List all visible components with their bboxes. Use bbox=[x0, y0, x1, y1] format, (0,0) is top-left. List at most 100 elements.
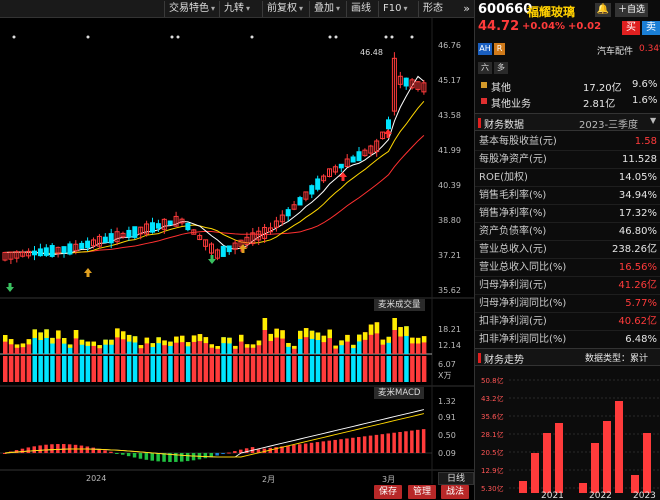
macd-bar bbox=[398, 432, 402, 453]
toolbar-item-4[interactable]: 画线 bbox=[346, 1, 375, 17]
chart-area[interactable]: 交易特色 ▾ 九转 ▾ 前复权 ▾ 叠加 ▾ 画线 F10 ▾ 形态 » 46.76 45.17 43.5… bbox=[0, 0, 474, 500]
candle-body bbox=[155, 223, 161, 229]
toolbar-item-label: 前复权 bbox=[267, 3, 297, 14]
ah-badge[interactable]: AH bbox=[478, 43, 492, 55]
volume-bar-top bbox=[185, 342, 191, 347]
volume-bar-top bbox=[339, 340, 344, 346]
toolbar-item-0[interactable]: 交易特色 ▾ bbox=[164, 1, 219, 17]
tab-duo[interactable]: 多 bbox=[494, 62, 508, 74]
financial-row: 归母净利润(元) 41.26亿 bbox=[475, 277, 660, 295]
volume-bar-top bbox=[162, 340, 167, 346]
toolbar-item-2[interactable]: 前复权 ▾ bbox=[262, 1, 307, 17]
business-value: 17.20亿 bbox=[583, 83, 622, 94]
axis-label: 43.58 bbox=[438, 111, 461, 120]
volume-bar-top bbox=[392, 318, 397, 330]
stock-name: 福耀玻璃 bbox=[527, 5, 576, 19]
macd-bar bbox=[50, 444, 54, 453]
volume-bar-top bbox=[221, 337, 226, 344]
toolbar-item-1[interactable]: 九转 ▾ bbox=[219, 1, 254, 17]
business-row: 其他业务 2.81亿 1.6% bbox=[475, 93, 660, 110]
macd-bar bbox=[91, 447, 95, 453]
financial-period-select[interactable]: 2023-三季度 bbox=[579, 116, 638, 131]
buy-button[interactable]: 买 bbox=[622, 21, 640, 35]
r-badge[interactable]: R bbox=[494, 43, 505, 55]
volume-bar-top bbox=[239, 334, 244, 342]
volume-bar-lower bbox=[209, 356, 214, 382]
volume-bar-top bbox=[197, 334, 203, 342]
toolbar-item-label: 形态 bbox=[423, 3, 443, 14]
macd-bar bbox=[374, 434, 379, 453]
macd-panel-title[interactable]: 麦米MACD bbox=[374, 387, 425, 399]
toolbar-item-label: 交易特色 bbox=[169, 3, 209, 14]
volume-bar-lower bbox=[268, 356, 273, 382]
chevron-down-icon[interactable]: ▼ bbox=[650, 116, 656, 125]
trend-bar bbox=[555, 423, 563, 493]
macd-bar bbox=[404, 431, 408, 453]
save-button[interactable]: 保存 bbox=[374, 485, 403, 499]
financial-value: 14.05% bbox=[618, 172, 657, 183]
date-label-2024: 2024 bbox=[86, 474, 107, 483]
candle-body bbox=[226, 245, 232, 253]
volume-bar-lower bbox=[262, 356, 268, 382]
volume-bar-top bbox=[345, 334, 350, 342]
volume-bar-top bbox=[180, 335, 185, 343]
macd-bar bbox=[215, 453, 219, 456]
volume-bar-lower bbox=[8, 356, 14, 382]
manage-button[interactable]: 管理 bbox=[408, 485, 437, 499]
trend-axis-label: 12.9亿 bbox=[481, 466, 504, 475]
kline-chart[interactable] bbox=[0, 18, 474, 500]
trend-title: 财务走势 bbox=[484, 355, 524, 366]
candle-body bbox=[315, 178, 321, 190]
macd-bar bbox=[138, 453, 143, 459]
volume-bar-lower bbox=[292, 356, 297, 382]
volume-bar-top bbox=[50, 337, 55, 344]
sell-button[interactable]: 卖 bbox=[642, 21, 660, 35]
volume-bar-top bbox=[362, 332, 368, 340]
toolbar-item-6[interactable]: 形态 bbox=[418, 1, 447, 17]
volume-bar-lower bbox=[162, 356, 167, 382]
sector-name[interactable]: 汽车配件 bbox=[597, 44, 633, 57]
volume-bar-top bbox=[421, 336, 427, 343]
business-pct: 9.6% bbox=[632, 79, 658, 90]
trend-axis-label: 43.2亿 bbox=[481, 394, 504, 403]
toolbar-more-icon[interactable]: » bbox=[463, 1, 470, 17]
trend-x-label: 2022 bbox=[589, 491, 612, 500]
add-watchlist-button[interactable]: ＋自选 bbox=[615, 3, 649, 17]
volume-bar-top bbox=[410, 337, 415, 344]
candle-body bbox=[285, 209, 291, 217]
signal-arrow-icon bbox=[339, 172, 347, 181]
axis-label: 41.99 bbox=[438, 146, 461, 155]
financial-row: 基本每股收益(元) 1.58 bbox=[475, 133, 660, 151]
volume-bar-lower bbox=[138, 356, 144, 382]
volume-bar-lower bbox=[38, 356, 43, 382]
financial-value: 34.94% bbox=[618, 190, 657, 201]
axis-label: 1.32 bbox=[438, 397, 456, 406]
volume-bar-top bbox=[321, 335, 327, 343]
strategy-button[interactable]: 战法 bbox=[441, 485, 470, 499]
volume-bar-lower bbox=[62, 356, 67, 382]
volume-bar-top bbox=[26, 339, 32, 345]
volume-bar-lower bbox=[404, 356, 409, 382]
toolbar-item-5[interactable]: F10 ▾ bbox=[378, 1, 412, 17]
financial-value: 6.48% bbox=[625, 334, 657, 345]
volume-panel-title[interactable]: 麦米成交量 bbox=[374, 299, 425, 311]
financial-key: 销售毛利率(%) bbox=[479, 190, 547, 201]
macd-bar bbox=[85, 446, 90, 453]
tab-six[interactable]: 六 bbox=[478, 62, 492, 74]
trend-type-select[interactable]: 数据类型：累计 bbox=[585, 351, 648, 364]
toolbar-item-label: 叠加 bbox=[314, 3, 334, 14]
legend-swatch bbox=[481, 98, 487, 104]
period-selector[interactable]: 日线 bbox=[438, 472, 474, 485]
volume-bar-top bbox=[351, 344, 356, 349]
macd-bar bbox=[362, 436, 367, 453]
toolbar-item-3[interactable]: 叠加 ▾ bbox=[309, 1, 344, 17]
financial-row: 扣非净利润同比(%) 6.48% bbox=[475, 331, 660, 349]
volume-bar-top bbox=[132, 336, 138, 343]
financial-key: 扣非净利润同比(%) bbox=[479, 334, 567, 345]
stock-info-panel: 600660 福耀玻璃 🔔 ＋自选 44.72 +0.04% +0.02 买 卖… bbox=[474, 0, 660, 500]
signal-arrow-icon bbox=[239, 244, 247, 253]
macd-bar bbox=[185, 453, 190, 462]
macd-bar bbox=[410, 430, 414, 453]
bell-icon[interactable]: 🔔 bbox=[595, 3, 611, 17]
axis-label: 0.09 bbox=[438, 449, 456, 458]
